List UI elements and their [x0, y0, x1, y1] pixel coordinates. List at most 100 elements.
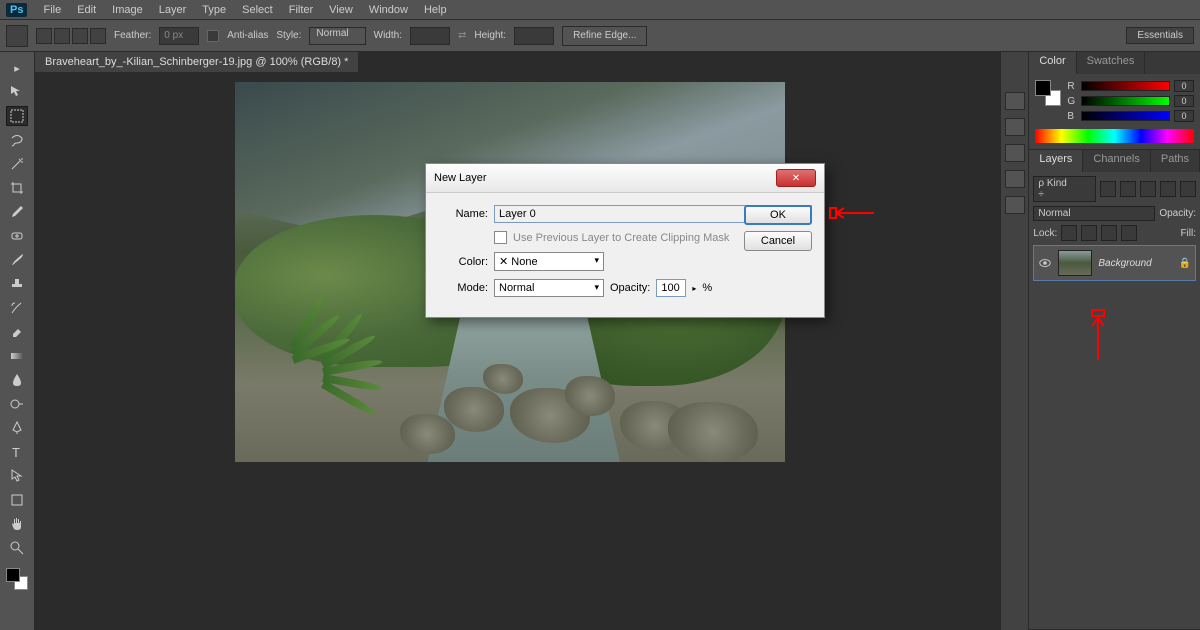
- wand-tool-icon[interactable]: [6, 154, 28, 174]
- sel-new-icon[interactable]: [36, 28, 52, 44]
- height-label: Height:: [474, 30, 506, 41]
- move-tool-icon[interactable]: [6, 82, 28, 102]
- feather-input[interactable]: [159, 27, 199, 45]
- lock-trans-icon[interactable]: [1061, 225, 1077, 241]
- cancel-button[interactable]: Cancel: [744, 231, 812, 251]
- sel-intersect-icon[interactable]: [90, 28, 106, 44]
- tab-channels[interactable]: Channels: [1083, 150, 1150, 172]
- filter-smart-icon[interactable]: [1180, 181, 1196, 197]
- color-swatch[interactable]: [6, 568, 28, 590]
- menu-edit[interactable]: Edit: [77, 4, 96, 16]
- tab-color[interactable]: Color: [1029, 52, 1076, 74]
- layer-thumbnail[interactable]: [1058, 250, 1092, 276]
- document-tab[interactable]: Braveheart_by_-Kilian_Schinberger-19.jpg…: [35, 52, 359, 72]
- r-slider[interactable]: [1081, 81, 1170, 91]
- gradient-tool-icon[interactable]: [6, 346, 28, 366]
- menu-filter[interactable]: Filter: [289, 4, 313, 16]
- menu-window[interactable]: Window: [369, 4, 408, 16]
- actions-panel-icon[interactable]: [1005, 118, 1025, 136]
- filter-adjust-icon[interactable]: [1120, 181, 1136, 197]
- zoom-tool-icon[interactable]: [6, 538, 28, 558]
- filter-type-icon[interactable]: [1140, 181, 1156, 197]
- workspace-essentials-button[interactable]: Essentials: [1126, 27, 1194, 44]
- menu-help[interactable]: Help: [424, 4, 447, 16]
- ok-button[interactable]: OK: [744, 205, 812, 225]
- healing-tool-icon[interactable]: [6, 226, 28, 246]
- filter-shape-icon[interactable]: [1160, 181, 1176, 197]
- menu-type[interactable]: Type: [202, 4, 226, 16]
- layer-item-background[interactable]: Background 🔒: [1033, 245, 1196, 281]
- filter-pixel-icon[interactable]: [1100, 181, 1116, 197]
- tools-panel: ▸ T: [0, 52, 35, 630]
- g-value[interactable]: 0: [1174, 95, 1194, 107]
- history-brush-tool-icon[interactable]: [6, 298, 28, 318]
- tab-paths[interactable]: Paths: [1151, 150, 1200, 172]
- svg-text:T: T: [12, 445, 20, 460]
- path-select-tool-icon[interactable]: [6, 466, 28, 486]
- shape-tool-icon[interactable]: [6, 490, 28, 510]
- opacity-stepper-icon[interactable]: ▸: [692, 284, 696, 293]
- mode-select[interactable]: Normal: [494, 279, 604, 297]
- blur-tool-icon[interactable]: [6, 370, 28, 390]
- lock-pixels-icon[interactable]: [1081, 225, 1097, 241]
- r-value[interactable]: 0: [1174, 80, 1194, 92]
- menu-layer[interactable]: Layer: [159, 4, 187, 16]
- lock-all-icon[interactable]: [1121, 225, 1137, 241]
- marquee-tool-icon[interactable]: [6, 106, 28, 126]
- sel-add-icon[interactable]: [54, 28, 70, 44]
- info-panel-icon[interactable]: [1005, 196, 1025, 214]
- stamp-tool-icon[interactable]: [6, 274, 28, 294]
- blend-mode-select[interactable]: Normal: [1033, 206, 1155, 221]
- layer-kind-select[interactable]: ρ Kind ÷: [1033, 176, 1096, 202]
- brush-tool-icon[interactable]: [6, 250, 28, 270]
- color-picker-swatch[interactable]: [1035, 80, 1061, 106]
- width-input[interactable]: [410, 27, 450, 45]
- history-panel-icon[interactable]: [1005, 92, 1025, 110]
- menu-view[interactable]: View: [329, 4, 353, 16]
- mode-label: Mode:: [438, 282, 488, 294]
- feather-label: Feather:: [114, 30, 151, 41]
- swap-wh-icon[interactable]: ⇄: [458, 30, 466, 41]
- height-input[interactable]: [514, 27, 554, 45]
- canvas-area: Braveheart_by_-Kilian_Schinberger-19.jpg…: [35, 52, 1000, 630]
- g-slider[interactable]: [1081, 96, 1170, 106]
- lock-label: Lock:: [1033, 228, 1057, 239]
- tool-preset-icon[interactable]: [6, 25, 28, 47]
- g-label: G: [1067, 96, 1077, 107]
- properties-panel-icon[interactable]: [1005, 144, 1025, 162]
- menu-file[interactable]: File: [43, 4, 61, 16]
- collapse-icon[interactable]: ▸: [6, 58, 28, 78]
- close-button[interactable]: ✕: [776, 169, 816, 187]
- style-select[interactable]: Normal: [309, 27, 365, 45]
- refine-edge-button[interactable]: Refine Edge...: [562, 26, 647, 46]
- spectrum-picker[interactable]: [1035, 129, 1194, 143]
- hand-tool-icon[interactable]: [6, 514, 28, 534]
- menu-select[interactable]: Select: [242, 4, 273, 16]
- lock-icon: 🔒: [1179, 258, 1191, 269]
- clipping-mask-label: Use Previous Layer to Create Clipping Ma…: [513, 232, 729, 244]
- tab-layers[interactable]: Layers: [1029, 150, 1083, 172]
- color-select[interactable]: ✕ None: [494, 252, 604, 271]
- crop-tool-icon[interactable]: [6, 178, 28, 198]
- opacity-label: Opacity:: [1159, 208, 1196, 219]
- lock-position-icon[interactable]: [1101, 225, 1117, 241]
- dialog-titlebar[interactable]: New Layer ✕: [426, 164, 824, 193]
- tab-swatches[interactable]: Swatches: [1077, 52, 1146, 74]
- opacity-input[interactable]: [656, 279, 686, 297]
- eyedropper-tool-icon[interactable]: [6, 202, 28, 222]
- style-label: Style:: [276, 30, 301, 41]
- b-value[interactable]: 0: [1174, 110, 1194, 122]
- layers-panel: Layers Channels Paths ρ Kind ÷ Normal: [1029, 150, 1200, 630]
- anti-alias-checkbox[interactable]: [207, 30, 219, 42]
- eraser-tool-icon[interactable]: [6, 322, 28, 342]
- menu-image[interactable]: Image: [112, 4, 143, 16]
- b-slider[interactable]: [1081, 111, 1170, 121]
- layer-name-label[interactable]: Background: [1098, 258, 1151, 269]
- sel-subtract-icon[interactable]: [72, 28, 88, 44]
- visibility-icon[interactable]: [1038, 256, 1052, 270]
- pen-tool-icon[interactable]: [6, 418, 28, 438]
- type-tool-icon[interactable]: T: [6, 442, 28, 462]
- brushes-panel-icon[interactable]: [1005, 170, 1025, 188]
- dodge-tool-icon[interactable]: [6, 394, 28, 414]
- lasso-tool-icon[interactable]: [6, 130, 28, 150]
